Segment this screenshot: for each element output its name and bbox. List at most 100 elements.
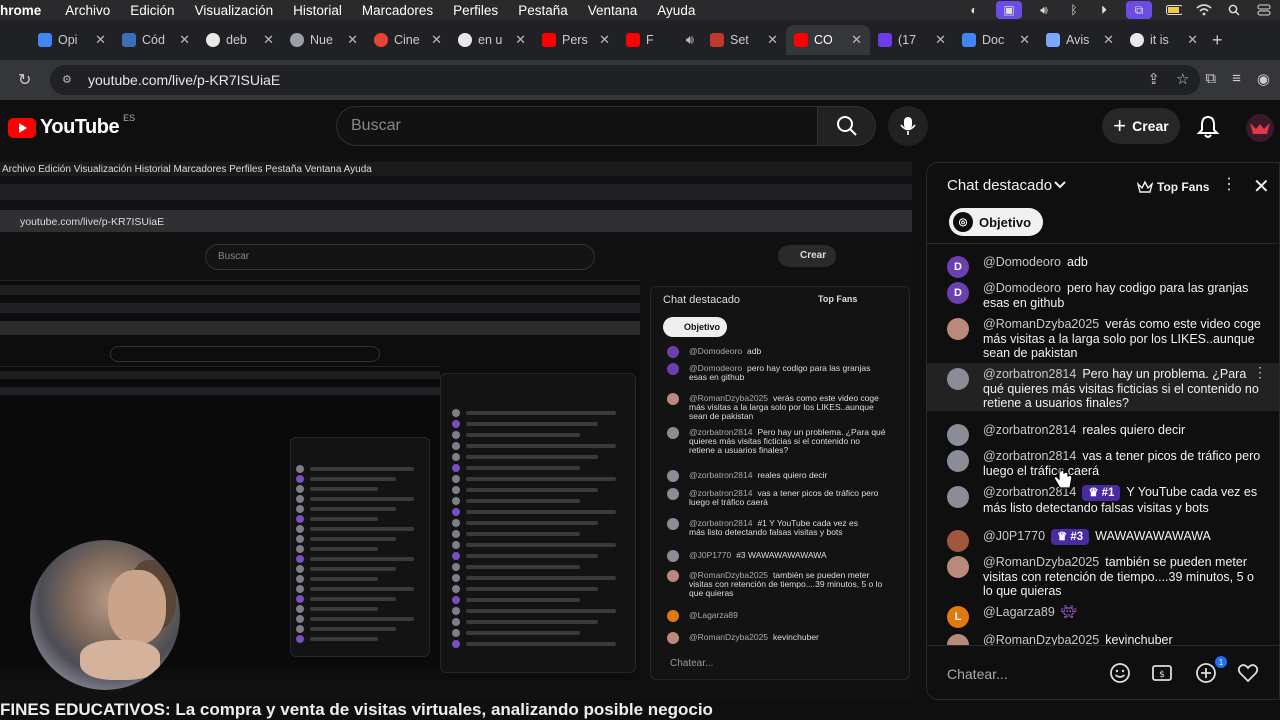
browser-tab[interactable]: Doc ✕ [954, 25, 1038, 55]
chat-message[interactable]: @RomanDzyba2025 también se pueden meter v… [927, 555, 1279, 599]
search-button[interactable] [818, 106, 876, 146]
message-author[interactable]: @zorbatron2814 [983, 423, 1076, 437]
play-icon[interactable]: ⏵ [1096, 3, 1112, 17]
heart-icon[interactable] [1237, 662, 1259, 684]
user-avatar[interactable] [947, 424, 969, 446]
browser-tab[interactable]: Nue ✕ [282, 25, 366, 55]
menu-app-name[interactable]: hrome [0, 3, 41, 18]
volume-icon[interactable]: 🔊︎ [1036, 3, 1052, 17]
browser-tab[interactable]: en u ✕ [450, 25, 534, 55]
chat-message[interactable]: L @Lagarza89 👾︎ [927, 605, 1279, 628]
emoji-icon[interactable] [1109, 662, 1131, 684]
close-tab-icon[interactable]: ✕ [935, 32, 946, 48]
close-tab-icon[interactable]: ✕ [599, 32, 610, 48]
address-bar[interactable]: ⚙ youtube.com/live/p-KR7ISUiaE [50, 65, 1200, 95]
close-tab-icon[interactable]: ✕ [515, 32, 526, 48]
profile-icon[interactable]: ◉ [1257, 70, 1270, 88]
chat-message[interactable]: @zorbatron2814 reales quiero decir [927, 423, 1279, 446]
screen-share-icon[interactable]: ◐ [966, 3, 982, 17]
add-icon[interactable] [1195, 662, 1217, 684]
account-avatar[interactable] [1246, 114, 1274, 142]
user-avatar[interactable] [947, 368, 969, 390]
user-avatar[interactable]: L [947, 606, 969, 628]
browser-tab[interactable]: Cód ✕ [114, 25, 198, 55]
create-button[interactable]: + Crear [1102, 108, 1180, 144]
user-avatar[interactable] [947, 450, 969, 472]
menu-ventana[interactable]: Ventana [588, 3, 638, 18]
message-author[interactable]: @RomanDzyba2025 [983, 555, 1099, 569]
speaker-icon[interactable]: 🔊︎ [686, 32, 694, 48]
chat-message[interactable]: D @Domodeoro adb [927, 255, 1279, 278]
menu-marcadores[interactable]: Marcadores [362, 3, 433, 18]
message-author[interactable]: @RomanDzyba2025 [983, 317, 1099, 331]
close-tab-icon[interactable]: ✕ [431, 32, 442, 48]
wifi-icon[interactable] [1196, 3, 1212, 17]
browser-tab[interactable]: Pers ✕ [534, 25, 618, 55]
chat-message[interactable]: @RomanDzyba2025 verás como este video cog… [927, 317, 1279, 361]
media-controls-icon[interactable]: ≡ [1232, 70, 1241, 88]
chevron-down-icon[interactable] [1053, 178, 1067, 192]
close-tab-icon[interactable]: ✕ [851, 32, 862, 48]
close-tab-icon[interactable]: ✕ [1019, 32, 1030, 48]
message-author[interactable]: @zorbatron2814 [983, 449, 1076, 463]
menu-perfiles[interactable]: Perfiles [453, 3, 498, 18]
message-author[interactable]: @Lagarza89 [983, 605, 1055, 619]
install-app-icon[interactable]: ⇪ [1147, 70, 1160, 88]
message-author[interactable]: @Domodeoro [983, 255, 1061, 269]
close-tab-icon[interactable]: ✕ [767, 32, 778, 48]
chat-message[interactable]: @zorbatron2814 vas a tener picos de tráfi… [927, 449, 1279, 478]
chat-message[interactable]: @RomanDzyba2025 kevinchuber [927, 633, 1279, 645]
browser-tab[interactable]: F 🔊︎ [618, 25, 702, 55]
browser-tab[interactable]: Avis ✕ [1038, 25, 1122, 55]
user-avatar[interactable] [947, 486, 969, 508]
browser-tab[interactable]: Set ✕ [702, 25, 786, 55]
search-input[interactable] [336, 106, 818, 146]
message-author[interactable]: @RomanDzyba2025 [983, 633, 1099, 645]
more-options-icon[interactable]: ⋮ [1221, 177, 1237, 193]
user-avatar[interactable] [947, 634, 969, 645]
menu-ayuda[interactable]: Ayuda [657, 3, 695, 18]
user-avatar[interactable] [947, 556, 969, 578]
close-chat-icon[interactable]: ✕ [1253, 174, 1270, 199]
top-fans-button[interactable]: Top Fans [1137, 176, 1209, 198]
extensions-icon[interactable]: ⧉ [1205, 70, 1216, 88]
user-avatar[interactable] [947, 318, 969, 340]
window-icon[interactable]: ⧉ [1126, 1, 1152, 19]
message-author[interactable]: @J0P1770 [983, 529, 1045, 543]
user-avatar[interactable]: D [947, 282, 969, 304]
reload-icon[interactable]: ↻ [18, 70, 31, 90]
spotlight-search-icon[interactable] [1226, 3, 1242, 17]
chat-input[interactable] [947, 662, 1107, 686]
bookmark-star-icon[interactable]: ☆ [1176, 70, 1189, 88]
control-center-icon[interactable] [1256, 3, 1272, 17]
close-tab-icon[interactable]: ✕ [347, 32, 358, 48]
bluetooth-icon[interactable]: ᛒ [1066, 3, 1082, 17]
chat-message[interactable]: D @Domodeoro pero hay codigo para las gra… [927, 281, 1279, 310]
message-author[interactable]: @zorbatron2814 [983, 367, 1076, 381]
super-chat-icon[interactable]: $ [1151, 662, 1173, 684]
goal-chip[interactable]: ◎ Objetivo [949, 208, 1044, 236]
live-video-player[interactable]: Archivo Edición Visualización Historial … [0, 160, 912, 700]
chat-mode-title[interactable]: Chat destacado [947, 177, 1052, 194]
close-tab-icon[interactable]: ✕ [95, 32, 106, 48]
voice-search-button[interactable] [888, 106, 928, 146]
browser-tab-active[interactable]: CO ✕ [786, 25, 870, 55]
menu-edicion[interactable]: Edición [130, 3, 174, 18]
chat-message-hovered[interactable]: @zorbatron2814 Pero hay un problema. ¿Par… [927, 363, 1279, 411]
message-menu-icon[interactable]: ⋮ [1253, 365, 1267, 380]
browser-tab[interactable]: (17 ✕ [870, 25, 954, 55]
menu-pestana[interactable]: Pestaña [518, 3, 568, 18]
site-info-icon[interactable]: ⚙ [62, 73, 78, 87]
browser-tab[interactable]: it is ✕ [1122, 25, 1206, 55]
display-icon[interactable]: ▣ [996, 1, 1022, 19]
user-avatar[interactable]: D [947, 256, 969, 278]
menu-historial[interactable]: Historial [293, 3, 342, 18]
close-tab-icon[interactable]: ✕ [1103, 32, 1114, 48]
battery-icon[interactable] [1166, 3, 1182, 17]
close-tab-icon[interactable]: ✕ [263, 32, 274, 48]
close-tab-icon[interactable]: ✕ [1187, 32, 1198, 48]
browser-tab[interactable]: Cine ✕ [366, 25, 450, 55]
close-tab-icon[interactable]: ✕ [179, 32, 190, 48]
browser-tab[interactable]: deb ✕ [198, 25, 282, 55]
browser-tab[interactable]: Opi ✕ [30, 25, 114, 55]
